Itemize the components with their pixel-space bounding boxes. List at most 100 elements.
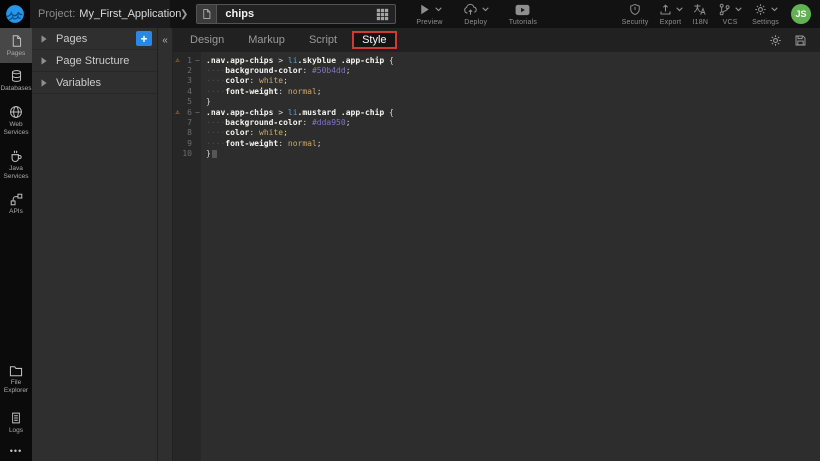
code-token: } bbox=[206, 149, 211, 158]
add-page-button[interactable]: + bbox=[136, 31, 152, 46]
chevron-down-icon[interactable] bbox=[676, 7, 683, 12]
panel-section-pages[interactable]: Pages + bbox=[32, 28, 157, 50]
page-switcher-grid-icon[interactable] bbox=[376, 8, 389, 21]
sidebar-item-pages[interactable]: Pages bbox=[0, 28, 32, 63]
deploy-button[interactable]: Deploy bbox=[463, 3, 489, 26]
code-line[interactable]: .nav.app-chips > li.mustard .app-chip { bbox=[201, 107, 820, 117]
line-number: 3 bbox=[182, 76, 194, 85]
breadcrumb: Project: My_First_Application bbox=[30, 0, 170, 28]
gutter-line: 4 bbox=[173, 86, 201, 96]
code-token: .nav.app-chips bbox=[206, 56, 273, 65]
code-token: : bbox=[278, 87, 288, 96]
caret-right-icon bbox=[41, 35, 47, 43]
code-token: ···· bbox=[206, 66, 225, 75]
code-line[interactable]: ····background-color: #dda950; bbox=[201, 117, 820, 127]
chevron-down-icon[interactable] bbox=[771, 7, 778, 12]
code-line[interactable]: } bbox=[201, 97, 820, 107]
security-button[interactable]: Security bbox=[622, 3, 649, 26]
code-token: .mustard .app-chip bbox=[298, 108, 385, 117]
settings-button[interactable]: Settings bbox=[752, 3, 779, 26]
line-number: 4 bbox=[182, 87, 194, 96]
panel-section-page-structure[interactable]: Page Structure bbox=[32, 50, 157, 72]
code-token: white bbox=[259, 128, 283, 137]
java-services-icon bbox=[9, 149, 23, 163]
gear-icon bbox=[754, 3, 767, 16]
export-button[interactable]: Export bbox=[659, 3, 683, 26]
main-area: DesignMarkupScriptStyle ⚠ bbox=[173, 28, 820, 461]
code-token: ···· bbox=[206, 118, 225, 127]
panel-section-label: Variables bbox=[56, 77, 101, 89]
tab-markup[interactable]: Markup bbox=[236, 31, 297, 49]
code-line[interactable]: ····color: white; bbox=[201, 128, 820, 138]
code-line[interactable]: ····background-color: #50b4dd; bbox=[201, 65, 820, 75]
file-explorer-icon bbox=[9, 365, 23, 377]
code-token: .skyblue .app-chip bbox=[298, 56, 385, 65]
tab-style[interactable]: Style bbox=[352, 31, 396, 49]
tab-script[interactable]: Script bbox=[297, 31, 349, 49]
line-number: 7 bbox=[182, 118, 194, 127]
chevron-down-icon[interactable] bbox=[735, 7, 742, 12]
code-token: ; bbox=[283, 128, 288, 137]
preview-button[interactable]: Preview bbox=[416, 3, 442, 26]
panel-collapse-strip: « bbox=[158, 28, 173, 461]
editor-tabs: DesignMarkupScriptStyle bbox=[178, 31, 397, 49]
editor-tools bbox=[769, 34, 807, 47]
code-line[interactable]: ····font-weight: normal; bbox=[201, 86, 820, 96]
tutorials-button[interactable]: Tutorials bbox=[509, 3, 537, 26]
play-icon bbox=[418, 3, 431, 16]
sidebar-item-java-services[interactable]: Java Services bbox=[0, 143, 32, 187]
topbar-right-actions: Security Export I18N VCS Settings bbox=[612, 3, 779, 26]
settings-label: Settings bbox=[752, 19, 779, 26]
editor-settings-gear-icon[interactable] bbox=[769, 34, 782, 47]
security-label: Security bbox=[622, 19, 649, 26]
code-token: background-color bbox=[225, 66, 302, 75]
avatar[interactable]: JS bbox=[791, 4, 811, 24]
code-token: ; bbox=[346, 118, 351, 127]
sidebar-item-web-services[interactable]: Web Services bbox=[0, 99, 32, 143]
code-line[interactable]: } bbox=[201, 149, 820, 159]
wavemaker-logo[interactable] bbox=[0, 0, 30, 28]
save-icon[interactable] bbox=[794, 34, 807, 47]
sidebar-item-file-explorer[interactable]: File Explorer bbox=[0, 359, 32, 401]
gutter-line: 8 bbox=[173, 128, 201, 138]
panel-section-label: Pages bbox=[56, 33, 87, 45]
gutter-line: 9 bbox=[173, 138, 201, 148]
collapse-panel-icon[interactable]: « bbox=[162, 36, 168, 461]
pages-panel: Pages + Page Structure Variables bbox=[32, 28, 158, 461]
current-page-tab[interactable]: chips bbox=[196, 4, 396, 24]
sidebar-item-apis[interactable]: APIs bbox=[0, 187, 32, 221]
preview-icon-row bbox=[418, 3, 442, 17]
i18n-button[interactable]: I18N bbox=[693, 3, 709, 26]
tutorials-icon bbox=[515, 4, 530, 16]
code-line[interactable]: .nav.app-chips > li.skyblue .app-chip { bbox=[201, 55, 820, 65]
sidebar-item-logs[interactable]: Logs bbox=[0, 405, 32, 440]
tab-design[interactable]: Design bbox=[178, 31, 236, 49]
topbar: Project: My_First_Application ❯ chips Pr… bbox=[0, 0, 820, 28]
panel-section-variables[interactable]: Variables bbox=[32, 72, 157, 94]
sidebar-item-more[interactable]: ••• bbox=[0, 440, 32, 461]
export-label: Export bbox=[660, 19, 681, 26]
page-file-icon bbox=[197, 5, 217, 23]
project-label: Project: bbox=[38, 8, 75, 20]
sidebar-item-databases[interactable]: Databases bbox=[0, 63, 32, 98]
code-line[interactable]: ····color: white; bbox=[201, 76, 820, 86]
line-number: 10 bbox=[182, 149, 194, 158]
chevron-down-icon[interactable] bbox=[482, 7, 489, 12]
code-token: normal bbox=[288, 87, 317, 96]
fold-marker-icon[interactable]: – bbox=[194, 56, 201, 64]
logo-icon bbox=[4, 3, 26, 25]
gutter-line: 5 bbox=[173, 97, 201, 107]
style-code-editor[interactable]: ⚠1–2345⚠6–78910 .nav.app-chips > li.skyb… bbox=[173, 52, 820, 461]
vcs-icon bbox=[718, 3, 731, 16]
export-icon-row bbox=[659, 3, 683, 17]
code-token: #dda950 bbox=[312, 118, 346, 127]
code-line[interactable]: ····font-weight: normal; bbox=[201, 138, 820, 148]
code-token: li bbox=[288, 108, 298, 117]
breadcrumb-chevron-icon: ❯ bbox=[180, 9, 188, 20]
fold-marker-icon[interactable]: – bbox=[194, 108, 201, 116]
vcs-button[interactable]: VCS bbox=[718, 3, 742, 26]
editor-code-area[interactable]: .nav.app-chips > li.skyblue .app-chip {·… bbox=[201, 52, 820, 461]
chevron-down-icon[interactable] bbox=[435, 7, 442, 12]
code-token: } bbox=[206, 97, 211, 106]
line-number: 2 bbox=[182, 66, 194, 75]
